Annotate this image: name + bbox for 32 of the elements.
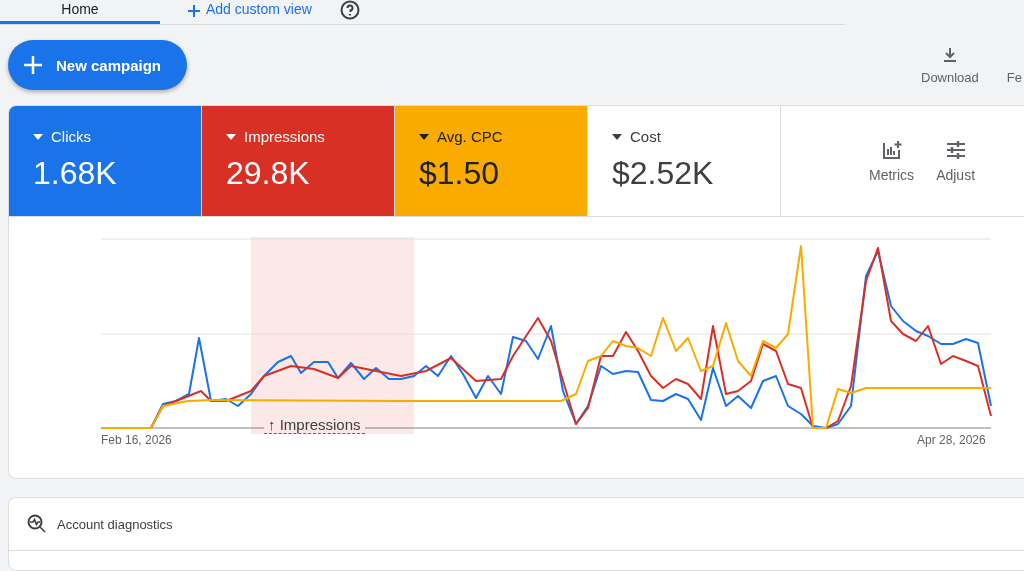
dropdown-icon xyxy=(226,133,236,140)
toolbar-button[interactable]: Download xyxy=(921,45,979,85)
dropdown-icon xyxy=(419,133,429,140)
metric-card[interactable]: Impressions 29.8K xyxy=(202,106,395,216)
chart-plus-icon xyxy=(880,139,903,161)
metric-card[interactable]: Clicks 1.68K xyxy=(9,106,202,216)
metric-value: 29.8K xyxy=(226,155,311,192)
new-campaign-button[interactable]: New campaign xyxy=(8,40,188,90)
metric-action-button[interactable]: Metrics xyxy=(869,139,915,183)
plus-icon xyxy=(188,5,200,17)
metric-label: Avg. CPC xyxy=(419,128,563,145)
metric-value: 1.68K xyxy=(33,155,118,192)
sliders-icon xyxy=(944,139,967,161)
metric-value: $1.50 xyxy=(419,155,501,192)
help-icon[interactable] xyxy=(339,0,360,20)
metric-label: Clicks xyxy=(33,128,177,145)
metric-value: $2.52K xyxy=(612,155,715,192)
metric-action-button[interactable]: Adjust xyxy=(936,139,976,183)
axis-label: Feb 16, 2026 xyxy=(101,433,172,447)
annotation-label: ↑ Impressions xyxy=(264,416,365,434)
metric-label: Cost xyxy=(612,128,756,145)
metric-label: Impressions xyxy=(226,128,370,145)
metric-card[interactable]: Avg. CPC $1.50 xyxy=(395,106,588,216)
plus-icon xyxy=(24,56,42,74)
axis-label: Apr 28, 2026 xyxy=(917,433,986,447)
dropdown-icon xyxy=(612,133,622,140)
toolbar-button[interactable]: Fe xyxy=(1006,45,1022,85)
search-pulse-icon xyxy=(27,514,47,534)
tab[interactable]: Home xyxy=(0,0,160,24)
diagnostics-title: Account diagnostics xyxy=(57,516,173,532)
dropdown-icon xyxy=(33,133,43,140)
tab[interactable]: Add custom view xyxy=(168,0,332,24)
